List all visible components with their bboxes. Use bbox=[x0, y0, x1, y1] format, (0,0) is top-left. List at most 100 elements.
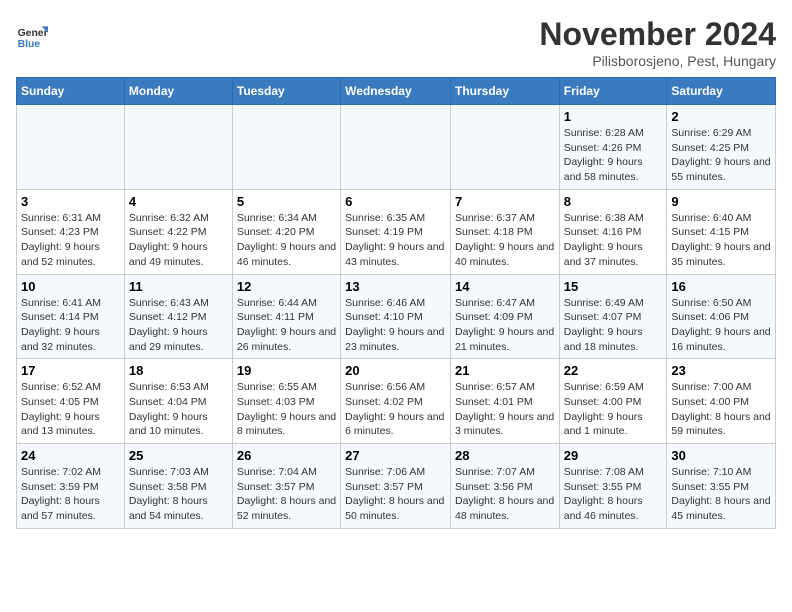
day-number: 27 bbox=[345, 448, 446, 463]
calendar-cell: 16Sunrise: 6:50 AM Sunset: 4:06 PM Dayli… bbox=[667, 274, 776, 359]
header-wednesday: Wednesday bbox=[341, 78, 451, 105]
day-info: Sunrise: 6:32 AM Sunset: 4:22 PM Dayligh… bbox=[129, 211, 228, 270]
page-header: General Blue November 2024 Pilisborosjen… bbox=[16, 16, 776, 69]
day-info: Sunrise: 6:55 AM Sunset: 4:03 PM Dayligh… bbox=[237, 380, 336, 439]
day-info: Sunrise: 7:10 AM Sunset: 3:55 PM Dayligh… bbox=[671, 465, 771, 524]
calendar-cell: 15 Sunrise: 6:49 AM Sunset: 4:07 PM Dayli… bbox=[559, 274, 667, 359]
day-info: Sunrise: 6:59 AM Sunset: 4:00 PM Dayligh… bbox=[564, 380, 663, 439]
header-monday: Monday bbox=[124, 78, 232, 105]
day-info: Sunrise: 7:04 AM Sunset: 3:57 PM Dayligh… bbox=[237, 465, 336, 524]
header-tuesday: Tuesday bbox=[232, 78, 340, 105]
week-row-1: 3 Sunrise: 6:31 AM Sunset: 4:23 PM Daylig… bbox=[17, 189, 776, 274]
calendar-cell: 1Sunrise: 6:28 AM Sunset: 4:26 PM Daylig… bbox=[559, 105, 667, 190]
location: Pilisborosjeno, Pest, Hungary bbox=[539, 53, 776, 69]
day-number: 15 bbox=[564, 279, 663, 294]
day-number: 22 bbox=[564, 363, 663, 378]
day-number: 19 bbox=[237, 363, 336, 378]
calendar-cell: 5Sunrise: 6:34 AM Sunset: 4:20 PM Daylig… bbox=[232, 189, 340, 274]
calendar-cell: 28 Sunrise: 7:07 AM Sunset: 3:56 PM Dayli… bbox=[450, 444, 559, 529]
calendar-cell: 4Sunrise: 6:32 AM Sunset: 4:22 PM Daylig… bbox=[124, 189, 232, 274]
header-row: Sunday Monday Tuesday Wednesday Thursday… bbox=[17, 78, 776, 105]
calendar-header: Sunday Monday Tuesday Wednesday Thursday… bbox=[17, 78, 776, 105]
calendar-cell: 7 Sunrise: 6:37 AM Sunset: 4:18 PM Daylig… bbox=[450, 189, 559, 274]
day-info: Sunrise: 6:53 AM Sunset: 4:04 PM Dayligh… bbox=[129, 380, 228, 439]
day-info: Sunrise: 7:06 AM Sunset: 3:57 PM Dayligh… bbox=[345, 465, 446, 524]
calendar-cell: 8 Sunrise: 6:38 AM Sunset: 4:16 PM Daylig… bbox=[559, 189, 667, 274]
day-info: Sunrise: 6:41 AM Sunset: 4:14 PM Dayligh… bbox=[21, 296, 120, 355]
week-row-3: 17 Sunrise: 6:52 AM Sunset: 4:05 PM Dayli… bbox=[17, 359, 776, 444]
day-number: 24 bbox=[21, 448, 120, 463]
header-friday: Friday bbox=[559, 78, 667, 105]
day-info: Sunrise: 6:49 AM Sunset: 4:07 PM Dayligh… bbox=[564, 296, 663, 355]
svg-text:Blue: Blue bbox=[18, 39, 41, 50]
calendar-cell: 9 Sunrise: 6:40 AM Sunset: 4:15 PM Daylig… bbox=[667, 189, 776, 274]
logo-icon: General Blue bbox=[16, 20, 48, 52]
calendar-cell: 24 Sunrise: 7:02 AM Sunset: 3:59 PM Dayli… bbox=[17, 444, 125, 529]
calendar-cell: 19 Sunrise: 6:55 AM Sunset: 4:03 PM Dayli… bbox=[232, 359, 340, 444]
calendar-cell: 22 Sunrise: 6:59 AM Sunset: 4:00 PM Dayli… bbox=[559, 359, 667, 444]
day-number: 9 bbox=[671, 194, 771, 209]
calendar-cell: 25 Sunrise: 7:03 AM Sunset: 3:58 PM Dayli… bbox=[124, 444, 232, 529]
calendar-cell bbox=[124, 105, 232, 190]
calendar-cell: 21 Sunrise: 6:57 AM Sunset: 4:01 PM Dayli… bbox=[450, 359, 559, 444]
day-number: 26 bbox=[237, 448, 336, 463]
calendar-cell: 23 Sunrise: 7:00 AM Sunset: 4:00 PM Dayli… bbox=[667, 359, 776, 444]
day-info: Sunrise: 6:31 AM Sunset: 4:23 PM Dayligh… bbox=[21, 211, 120, 270]
day-number: 16 bbox=[671, 279, 771, 294]
calendar-cell bbox=[17, 105, 125, 190]
day-info: Sunrise: 6:38 AM Sunset: 4:16 PM Dayligh… bbox=[564, 211, 663, 270]
day-info: Sunrise: 7:03 AM Sunset: 3:58 PM Dayligh… bbox=[129, 465, 228, 524]
day-number: 28 bbox=[455, 448, 555, 463]
week-row-4: 24 Sunrise: 7:02 AM Sunset: 3:59 PM Dayli… bbox=[17, 444, 776, 529]
month-year: November 2024 bbox=[539, 16, 776, 53]
day-info: Sunrise: 7:08 AM Sunset: 3:55 PM Dayligh… bbox=[564, 465, 663, 524]
day-info: Sunrise: 6:29 AM Sunset: 4:25 PM Dayligh… bbox=[671, 126, 771, 185]
day-number: 1 bbox=[564, 109, 663, 124]
header-thursday: Thursday bbox=[450, 78, 559, 105]
calendar-cell: 2 Sunrise: 6:29 AM Sunset: 4:25 PM Daylig… bbox=[667, 105, 776, 190]
day-number: 20 bbox=[345, 363, 446, 378]
day-info: Sunrise: 6:37 AM Sunset: 4:18 PM Dayligh… bbox=[455, 211, 555, 270]
day-info: Sunrise: 6:52 AM Sunset: 4:05 PM Dayligh… bbox=[21, 380, 120, 439]
day-info: Sunrise: 7:00 AM Sunset: 4:00 PM Dayligh… bbox=[671, 380, 771, 439]
day-number: 18 bbox=[129, 363, 228, 378]
week-row-2: 10Sunrise: 6:41 AM Sunset: 4:14 PM Dayli… bbox=[17, 274, 776, 359]
day-number: 8 bbox=[564, 194, 663, 209]
day-number: 7 bbox=[455, 194, 555, 209]
calendar-cell: 14Sunrise: 6:47 AM Sunset: 4:09 PM Dayli… bbox=[450, 274, 559, 359]
day-info: Sunrise: 6:44 AM Sunset: 4:11 PM Dayligh… bbox=[237, 296, 336, 355]
day-info: Sunrise: 6:35 AM Sunset: 4:19 PM Dayligh… bbox=[345, 211, 446, 270]
day-info: Sunrise: 7:07 AM Sunset: 3:56 PM Dayligh… bbox=[455, 465, 555, 524]
day-number: 6 bbox=[345, 194, 446, 209]
logo: General Blue bbox=[16, 20, 52, 52]
header-saturday: Saturday bbox=[667, 78, 776, 105]
calendar-cell: 26 Sunrise: 7:04 AM Sunset: 3:57 PM Dayli… bbox=[232, 444, 340, 529]
day-info: Sunrise: 6:40 AM Sunset: 4:15 PM Dayligh… bbox=[671, 211, 771, 270]
day-number: 21 bbox=[455, 363, 555, 378]
day-info: Sunrise: 6:34 AM Sunset: 4:20 PM Dayligh… bbox=[237, 211, 336, 270]
day-number: 2 bbox=[671, 109, 771, 124]
day-number: 14 bbox=[455, 279, 555, 294]
day-number: 23 bbox=[671, 363, 771, 378]
calendar-cell: 11Sunrise: 6:43 AM Sunset: 4:12 PM Dayli… bbox=[124, 274, 232, 359]
calendar-cell: 27 Sunrise: 7:06 AM Sunset: 3:57 PM Dayli… bbox=[341, 444, 451, 529]
calendar-cell bbox=[232, 105, 340, 190]
calendar-cell: 13 Sunrise: 6:46 AM Sunset: 4:10 PM Dayli… bbox=[341, 274, 451, 359]
calendar-cell: 12Sunrise: 6:44 AM Sunset: 4:11 PM Dayli… bbox=[232, 274, 340, 359]
calendar-cell: 17 Sunrise: 6:52 AM Sunset: 4:05 PM Dayli… bbox=[17, 359, 125, 444]
day-info: Sunrise: 6:57 AM Sunset: 4:01 PM Dayligh… bbox=[455, 380, 555, 439]
day-number: 29 bbox=[564, 448, 663, 463]
day-number: 25 bbox=[129, 448, 228, 463]
day-info: Sunrise: 6:56 AM Sunset: 4:02 PM Dayligh… bbox=[345, 380, 446, 439]
day-number: 17 bbox=[21, 363, 120, 378]
calendar-cell: 30Sunrise: 7:10 AM Sunset: 3:55 PM Dayli… bbox=[667, 444, 776, 529]
day-info: Sunrise: 7:02 AM Sunset: 3:59 PM Dayligh… bbox=[21, 465, 120, 524]
day-number: 13 bbox=[345, 279, 446, 294]
calendar-table: Sunday Monday Tuesday Wednesday Thursday… bbox=[16, 77, 776, 529]
calendar-cell: 3 Sunrise: 6:31 AM Sunset: 4:23 PM Daylig… bbox=[17, 189, 125, 274]
day-number: 3 bbox=[21, 194, 120, 209]
day-number: 11 bbox=[129, 279, 228, 294]
calendar-body: 1Sunrise: 6:28 AM Sunset: 4:26 PM Daylig… bbox=[17, 105, 776, 529]
calendar-cell: 6 Sunrise: 6:35 AM Sunset: 4:19 PM Daylig… bbox=[341, 189, 451, 274]
day-info: Sunrise: 6:46 AM Sunset: 4:10 PM Dayligh… bbox=[345, 296, 446, 355]
